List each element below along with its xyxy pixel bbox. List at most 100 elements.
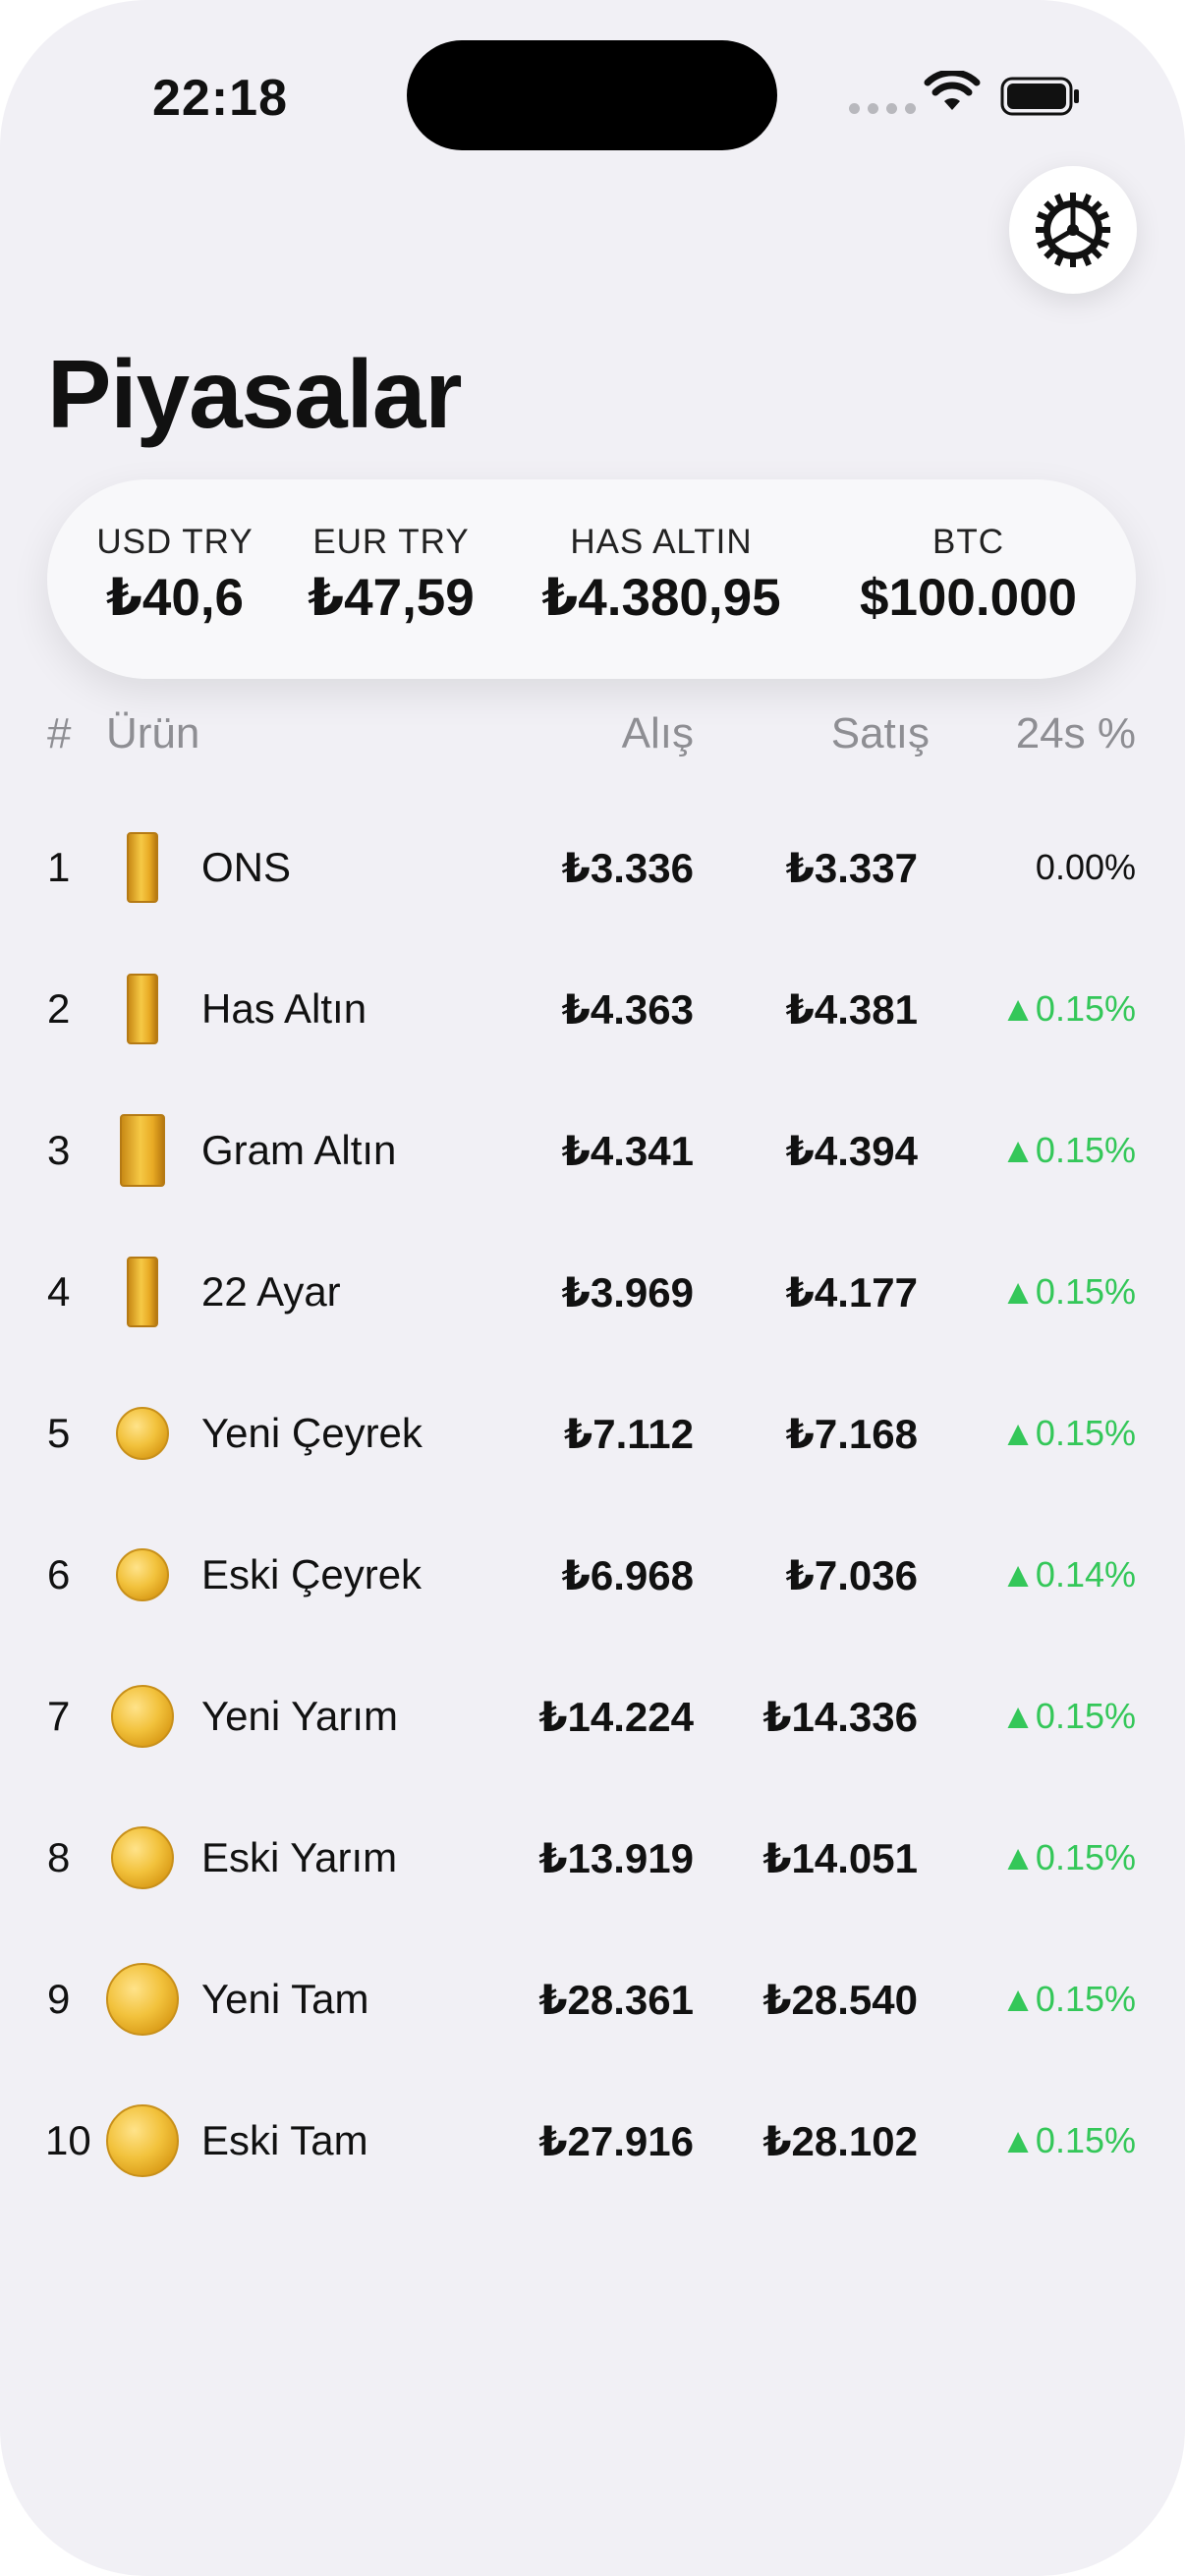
row-change: 0.15% [1035, 2120, 1136, 2160]
ticker-label: HAS ALTIN [570, 523, 753, 561]
up-arrow-icon: ▲ [1000, 1837, 1036, 1877]
row-buy: ₺13.919 [538, 1834, 694, 1881]
row-sell: ₺14.051 [762, 1834, 918, 1881]
row-buy: ₺6.968 [561, 1551, 694, 1598]
gold-coin-icon [106, 2104, 179, 2177]
table-row[interactable]: 10 Eski Tam ₺27.916 ₺28.102 ▲ 0.15% [0, 2087, 1185, 2195]
table-row[interactable]: 7 Yeni Yarım ₺14.224 ₺14.336 ▲ 0.15% [0, 1662, 1185, 1770]
row-change: 0.15% [1035, 1271, 1136, 1312]
ticker-label: USD TRY [96, 523, 254, 561]
row-sell: ₺4.177 [785, 1268, 918, 1316]
row-sell: ₺4.394 [785, 1127, 918, 1174]
gold-coin-icon [116, 1548, 169, 1601]
settings-button[interactable] [1009, 166, 1137, 294]
row-change: 0.15% [1035, 1130, 1136, 1170]
row-change: 0.14% [1035, 1554, 1136, 1595]
gold-coin-icon [116, 1407, 169, 1460]
row-change: 0.15% [1035, 1696, 1136, 1736]
row-buy: ₺3.336 [561, 844, 694, 891]
ticker-card: USD TRY ₺40,6 EUR TRY ₺47,59 HAS ALTIN ₺… [47, 479, 1136, 679]
gear-icon [1036, 193, 1110, 267]
ticker-label: EUR TRY [312, 523, 470, 561]
row-name: Yeni Tam [201, 1976, 369, 2022]
row-buy: ₺7.112 [563, 1410, 694, 1457]
row-sell: ₺7.036 [785, 1551, 918, 1598]
row-change: 0.15% [1035, 988, 1136, 1029]
row-name: Has Altın [201, 985, 367, 1032]
row-rank: 9 [47, 1976, 71, 2022]
row-change: 0.15% [1035, 1979, 1136, 2019]
up-arrow-icon: ▲ [1000, 1554, 1036, 1595]
row-rank: 3 [47, 1127, 71, 1173]
ticker-value: $100.000 [859, 569, 1078, 627]
table-row[interactable]: 6 Eski Çeyrek ₺6.968 ₺7.036 ▲ 0.14% [0, 1521, 1185, 1629]
ticker-value: ₺47,59 [308, 569, 475, 627]
row-buy: ₺27.916 [538, 2117, 694, 2164]
row-rank: 7 [47, 1693, 71, 1739]
status-time: 22:18 [152, 70, 288, 127]
up-arrow-icon: ▲ [1000, 2120, 1036, 2160]
gold-bar-icon [127, 974, 158, 1044]
gram-gold-bar-icon [120, 1114, 165, 1187]
ticker-eur-try[interactable]: EUR TRY ₺47,59 [298, 523, 484, 628]
cellular-signal-icon [849, 103, 916, 114]
gold-coin-icon [111, 1826, 174, 1889]
column-product[interactable]: Ürün [106, 709, 199, 758]
ticker-value: ₺40,6 [105, 569, 245, 627]
row-name: Yeni Yarım [201, 1693, 399, 1739]
row-buy: ₺3.969 [561, 1268, 694, 1316]
dynamic-island [407, 40, 777, 150]
table-row[interactable]: 3 Gram Altın ₺4.341 ₺4.394 ▲ 0.15% [0, 1096, 1185, 1204]
up-arrow-icon: ▲ [1000, 988, 1036, 1029]
row-rank: 2 [47, 985, 71, 1032]
row-sell: ₺28.102 [762, 2117, 918, 2164]
up-arrow-icon: ▲ [1000, 1271, 1036, 1312]
column-sell[interactable]: Satış [831, 709, 930, 758]
table-header: # Ürün Alış Satış 24s % [0, 709, 1185, 768]
up-arrow-icon: ▲ [1000, 1130, 1036, 1170]
gold-bar-icon [127, 1257, 158, 1327]
table-row[interactable]: 8 Eski Yarım ₺13.919 ₺14.051 ▲ 0.15% [0, 1804, 1185, 1912]
page-title: Piyasalar [47, 340, 462, 448]
gold-coin-icon [111, 1685, 174, 1748]
ticker-label: BTC [932, 523, 1004, 561]
ticker-btc[interactable]: BTC $100.000 [843, 523, 1094, 628]
row-change: 0.15% [1035, 1413, 1136, 1453]
row-buy: ₺14.224 [538, 1693, 694, 1740]
row-name: Eski Yarım [201, 1834, 398, 1880]
column-change[interactable]: 24s % [1016, 709, 1136, 758]
row-sell: ₺4.381 [785, 985, 918, 1033]
app-screen: 22:18 Piyasalar USD TRY ₺40,6 EUR TRY ₺4… [0, 0, 1185, 2576]
gold-bar-icon [127, 832, 158, 903]
table-row[interactable]: 1 ONS ₺3.336 ₺3.337 0.00% [0, 813, 1185, 922]
ticker-value: ₺4.380,95 [541, 569, 781, 627]
table-row[interactable]: 9 Yeni Tam ₺28.361 ₺28.540 ▲ 0.15% [0, 1945, 1185, 2053]
row-rank: 4 [47, 1268, 71, 1315]
up-arrow-icon: ▲ [1000, 1413, 1036, 1453]
row-sell: ₺3.337 [785, 844, 918, 891]
row-name: Eski Çeyrek [201, 1551, 423, 1597]
row-name: Eski Tam [201, 2117, 368, 2163]
row-name: Yeni Çeyrek [201, 1410, 423, 1456]
table-row[interactable]: 4 22 Ayar ₺3.969 ₺4.177 ▲ 0.15% [0, 1238, 1185, 1346]
row-buy: ₺4.363 [561, 985, 694, 1033]
row-change: 0.15% [1035, 1837, 1136, 1877]
row-name: 22 Ayar [201, 1268, 341, 1315]
column-buy[interactable]: Alış [622, 709, 694, 758]
row-sell: ₺7.168 [785, 1410, 918, 1457]
row-sell: ₺28.540 [762, 1976, 918, 2023]
table-row[interactable]: 2 Has Altın ₺4.363 ₺4.381 ▲ 0.15% [0, 955, 1185, 1063]
battery-icon [1000, 77, 1079, 116]
ticker-has-altin[interactable]: HAS ALTIN ₺4.380,95 [529, 523, 794, 628]
row-name: ONS [201, 844, 292, 890]
up-arrow-icon: ▲ [1000, 1696, 1036, 1736]
row-rank: 5 [47, 1410, 71, 1456]
table-row[interactable]: 5 Yeni Çeyrek ₺7.112 ₺7.168 ▲ 0.15% [0, 1379, 1185, 1487]
row-change: 0.00% [1035, 847, 1136, 887]
ticker-usd-try[interactable]: USD TRY ₺40,6 [91, 523, 258, 628]
row-rank: 10 [45, 2117, 91, 2163]
up-arrow-icon: ▲ [1000, 1979, 1036, 2019]
wifi-icon [924, 71, 981, 110]
row-buy: ₺28.361 [538, 1976, 694, 2023]
gold-coin-icon [106, 1963, 179, 2036]
